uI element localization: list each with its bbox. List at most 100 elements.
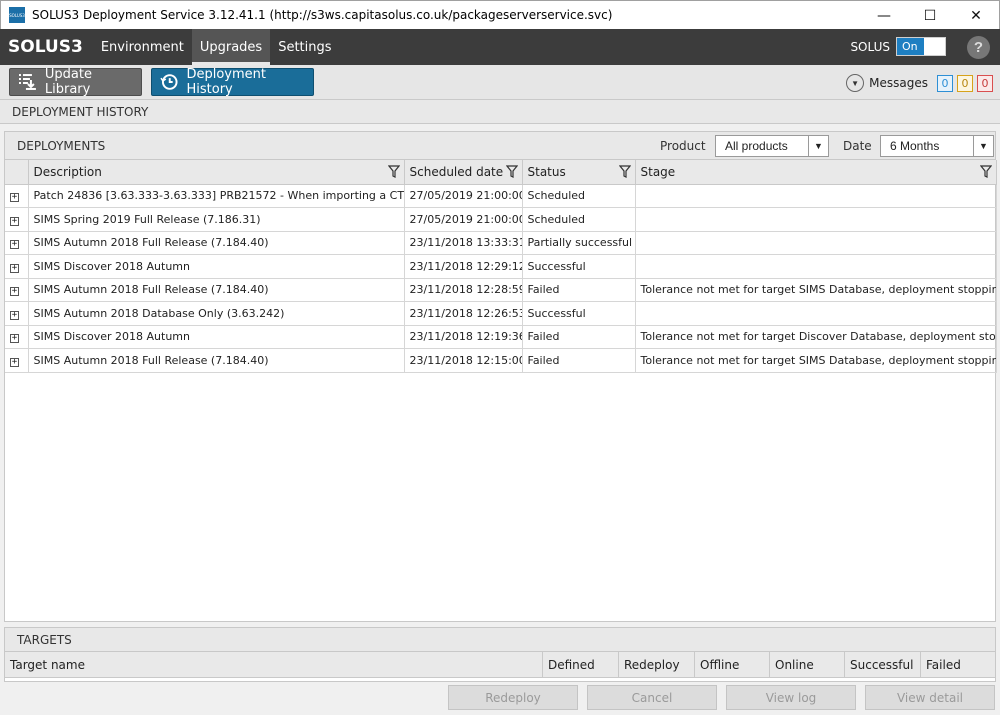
error-count-badge[interactable]: 0 [977, 74, 993, 92]
expand-icon[interactable]: + [10, 240, 19, 250]
scheduled-date-cell: 23/11/2018 12:19:36 [404, 325, 523, 349]
redeploy-button[interactable]: Redeploy [448, 685, 578, 710]
row-expander[interactable]: + [5, 184, 29, 208]
row-expander[interactable]: + [5, 325, 29, 349]
expander-column-header [5, 160, 29, 185]
download-list-icon [18, 74, 36, 90]
description-cell: SIMS Autumn 2018 Database Only (3.63.242… [28, 301, 405, 326]
scheduled-date-cell: 23/11/2018 12:29:12 [404, 254, 523, 279]
help-icon[interactable]: ? [967, 36, 990, 59]
filter-icon[interactable] [387, 165, 400, 178]
table-row[interactable]: + SIMS Autumn 2018 Database Only (3.63.2… [5, 301, 997, 326]
update-library-label: Update Library [44, 67, 92, 97]
table-row[interactable]: + SIMS Spring 2019 Full Release (7.186.3… [5, 207, 997, 232]
deployment-history-button[interactable]: Deployment History [151, 67, 314, 97]
window-title-bar: SOLUS3 SOLUS3 Deployment Service 3.12.41… [0, 0, 1000, 29]
table-row[interactable]: + Patch 24836 [3.63.333-3.63.333] PRB215… [5, 184, 997, 208]
expand-icon[interactable]: + [10, 334, 19, 344]
status-cell: Successful [522, 254, 636, 279]
chevron-down-icon[interactable]: ▼ [846, 74, 865, 92]
description-cell: SIMS Autumn 2018 Full Release (7.184.40) [28, 278, 405, 302]
product-select[interactable]: All products ▼ [715, 135, 829, 157]
expand-icon[interactable]: + [10, 193, 19, 203]
row-expander[interactable]: + [5, 207, 29, 232]
targets-panel: TARGETS Target name Defined Redeploy Off… [4, 627, 996, 682]
messages-panel: ▼ Messages 0 0 0 [846, 74, 993, 92]
status-cell: Scheduled [522, 207, 636, 232]
failed-column-header[interactable]: Failed [921, 652, 995, 677]
row-expander[interactable]: + [5, 348, 29, 373]
offline-column-header[interactable]: Offline [695, 652, 770, 677]
toolbar: Update Library Deployment History ▼ Mess… [0, 65, 1000, 99]
warning-count-badge[interactable]: 0 [957, 74, 973, 92]
status-cell: Successful [522, 301, 636, 326]
app-icon: SOLUS3 [9, 7, 25, 23]
nav-upgrades[interactable]: Upgrades [191, 29, 271, 65]
stage-cell [635, 231, 997, 255]
chevron-down-icon: ▼ [973, 136, 993, 156]
scheduled-date-column-header[interactable]: Scheduled date [404, 160, 523, 185]
nav-environment[interactable]: Environment [93, 29, 192, 65]
history-icon [160, 74, 178, 90]
description-cell: SIMS Discover 2018 Autumn [28, 325, 405, 349]
date-select-value: 6 Months [890, 139, 940, 153]
filter-icon[interactable] [979, 165, 992, 178]
chevron-down-icon: ▼ [808, 136, 828, 156]
description-cell: SIMS Autumn 2018 Full Release (7.184.40) [28, 231, 405, 255]
deployment-history-label: Deployment History [186, 67, 267, 97]
status-cell: Partially successful [522, 231, 636, 255]
table-row[interactable]: + SIMS Discover 2018 Autumn 23/11/2018 1… [5, 325, 997, 349]
table-row[interactable]: + SIMS Autumn 2018 Full Release (7.184.4… [5, 278, 997, 302]
successful-column-header[interactable]: Successful [845, 652, 921, 677]
expand-icon[interactable]: + [10, 310, 19, 320]
filter-icon[interactable] [618, 165, 631, 178]
date-select[interactable]: 6 Months ▼ [880, 135, 994, 157]
row-expander[interactable]: + [5, 301, 29, 326]
online-column-header[interactable]: Online [770, 652, 845, 677]
expand-icon[interactable]: + [10, 287, 19, 297]
table-row[interactable]: + SIMS Autumn 2018 Full Release (7.184.4… [5, 231, 997, 255]
stage-cell [635, 301, 997, 326]
solus-toggle[interactable]: On [896, 37, 946, 56]
stage-column-header[interactable]: Stage [635, 160, 997, 185]
deployments-header: DEPLOYMENTS Product All products ▼ Date … [5, 132, 995, 160]
redeploy-column-header[interactable]: Redeploy [619, 652, 695, 677]
minimize-button[interactable]: — [861, 1, 907, 30]
stage-header-label: Stage [640, 164, 676, 179]
row-expander[interactable]: + [5, 278, 29, 302]
row-expander[interactable]: + [5, 254, 29, 279]
view-detail-button[interactable]: View detail [865, 685, 995, 710]
status-column-header[interactable]: Status [522, 160, 636, 185]
description-cell: Patch 24836 [3.63.333-3.63.333] PRB21572… [28, 184, 405, 208]
product-filter-label: Product [660, 139, 706, 153]
scheduled-date-cell: 23/11/2018 13:33:31 [404, 231, 523, 255]
scheduled-date-cell: 23/11/2018 12:15:00 [404, 348, 523, 373]
maximize-button[interactable]: ☐ [907, 1, 953, 30]
table-row[interactable]: + SIMS Autumn 2018 Full Release (7.184.4… [5, 348, 997, 373]
status-cell: Failed [522, 348, 636, 373]
expand-icon[interactable]: + [10, 263, 19, 273]
targets-title: TARGETS [5, 628, 995, 652]
close-button[interactable]: ✕ [953, 1, 999, 30]
description-cell: SIMS Discover 2018 Autumn [28, 254, 405, 279]
update-library-button[interactable]: Update Library [9, 67, 142, 97]
table-row[interactable]: + SIMS Discover 2018 Autumn 23/11/2018 1… [5, 254, 997, 279]
deployments-title: DEPLOYMENTS [17, 139, 106, 153]
nav-settings[interactable]: Settings [270, 29, 339, 65]
expand-icon[interactable]: + [10, 216, 19, 226]
description-column-header[interactable]: Description [28, 160, 405, 185]
deployments-table: Description Scheduled date Status Stage [5, 160, 997, 373]
defined-column-header[interactable]: Defined [543, 652, 619, 677]
expand-icon[interactable]: + [10, 357, 19, 367]
filter-icon[interactable] [505, 165, 518, 178]
status-cell: Failed [522, 278, 636, 302]
row-expander[interactable]: + [5, 231, 29, 255]
view-log-button[interactable]: View log [726, 685, 856, 710]
info-count-badge[interactable]: 0 [937, 74, 953, 92]
status-cell: Scheduled [522, 184, 636, 208]
target-name-column-header[interactable]: Target name [5, 652, 543, 677]
cancel-button[interactable]: Cancel [587, 685, 717, 710]
main-nav: SOLUS3 Environment Upgrades Settings SOL… [0, 29, 1000, 65]
targets-header-row: Target name Defined Redeploy Offline Onl… [5, 652, 995, 678]
scheduled-date-cell: 27/05/2019 21:00:00 [404, 184, 523, 208]
